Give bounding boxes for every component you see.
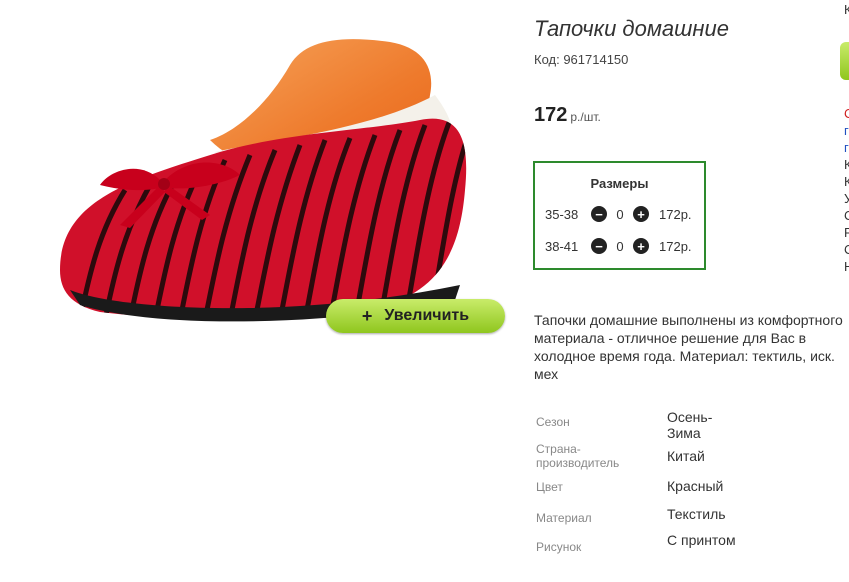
edge-text: У	[844, 191, 849, 206]
property-value: С принтом	[667, 532, 736, 548]
zoom-button-label: Увеличить	[384, 307, 470, 324]
size-row: 38-41 − 0 + 172р.	[545, 236, 692, 256]
size-quantity[interactable]: 0	[607, 239, 633, 254]
product-image[interactable]	[40, 20, 510, 340]
edge-link[interactable]: г	[844, 140, 849, 155]
edge-button[interactable]	[840, 42, 849, 80]
sizes-box: Размеры 35-38 − 0 + 172р. 38-41 − 0 + 17…	[533, 161, 706, 270]
price-value: 172	[534, 104, 568, 126]
size-label: 35-38	[545, 206, 579, 222]
slipper-image	[60, 39, 467, 322]
edge-text: Н	[844, 259, 849, 274]
product-price: 172 р./шт.	[534, 104, 601, 127]
minus-icon[interactable]: −	[591, 238, 607, 254]
edge-text: К	[844, 2, 849, 17]
property-value: Китай	[667, 448, 705, 464]
plus-icon[interactable]: +	[633, 206, 649, 222]
property-value: Текстиль	[667, 506, 726, 522]
property-key: Рисунок	[536, 540, 582, 554]
edge-text: К	[844, 174, 849, 189]
minus-icon[interactable]: −	[591, 206, 607, 222]
edge-text: Р	[844, 225, 849, 240]
size-price: 172р.	[659, 206, 692, 222]
plus-icon[interactable]: +	[633, 238, 649, 254]
zoom-button[interactable]: + Увеличить	[326, 299, 505, 333]
property-value: Красный	[667, 478, 724, 494]
sizes-title: Размеры	[590, 176, 649, 191]
edge-text: С	[844, 106, 849, 121]
size-label: 38-41	[545, 238, 579, 254]
property-value: Осень-Зима	[667, 409, 713, 441]
plus-icon: +	[361, 305, 373, 326]
property-key: Материал	[536, 511, 592, 525]
edge-text: К	[844, 157, 849, 172]
property-key: Цвет	[536, 480, 563, 494]
product-title: Тапочки домашние	[534, 16, 729, 41]
edge-text: С	[844, 242, 849, 257]
product-description: Тапочки домашние выполнены из комфортног…	[534, 312, 843, 382]
size-row: 35-38 − 0 + 172р.	[545, 204, 692, 224]
product-code: Код: 961714150	[534, 52, 629, 67]
property-key: Сезон	[536, 415, 570, 429]
edge-text: С	[844, 208, 849, 223]
property-key: Страна-производитель	[536, 442, 620, 470]
size-quantity[interactable]: 0	[607, 207, 633, 222]
size-price: 172р.	[659, 238, 692, 254]
edge-link[interactable]: г	[844, 123, 849, 138]
price-unit: р./шт.	[570, 110, 601, 124]
